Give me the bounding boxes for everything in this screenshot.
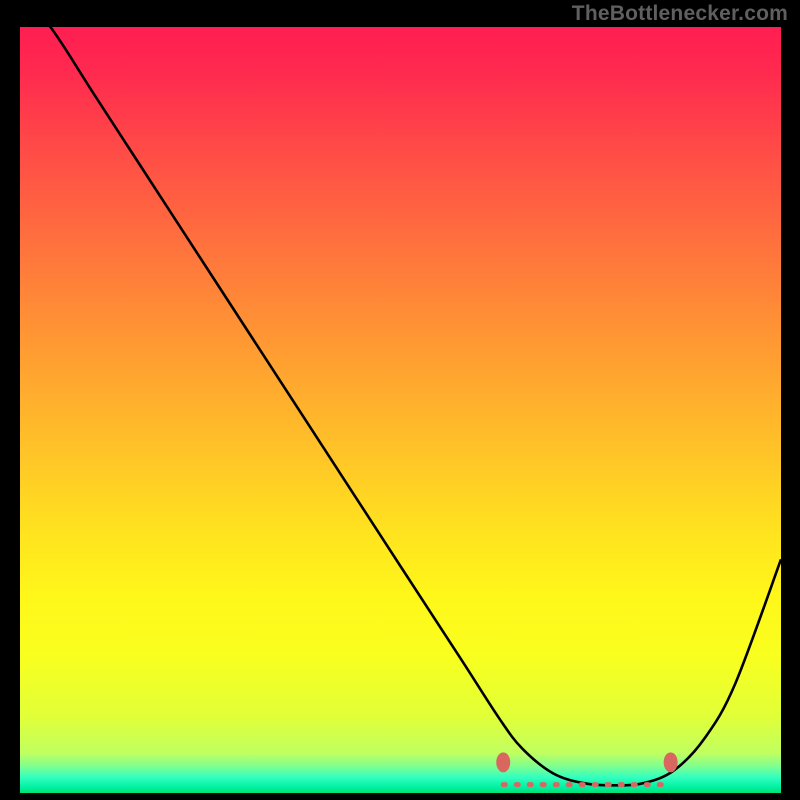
gradient-background: [20, 27, 781, 793]
bottleneck-chart: [0, 0, 800, 800]
range-marker: [496, 752, 510, 772]
chart-container: TheBottlenecker.com: [0, 0, 800, 800]
range-marker: [664, 752, 678, 772]
watermark-text: TheBottlenecker.com: [572, 2, 788, 26]
